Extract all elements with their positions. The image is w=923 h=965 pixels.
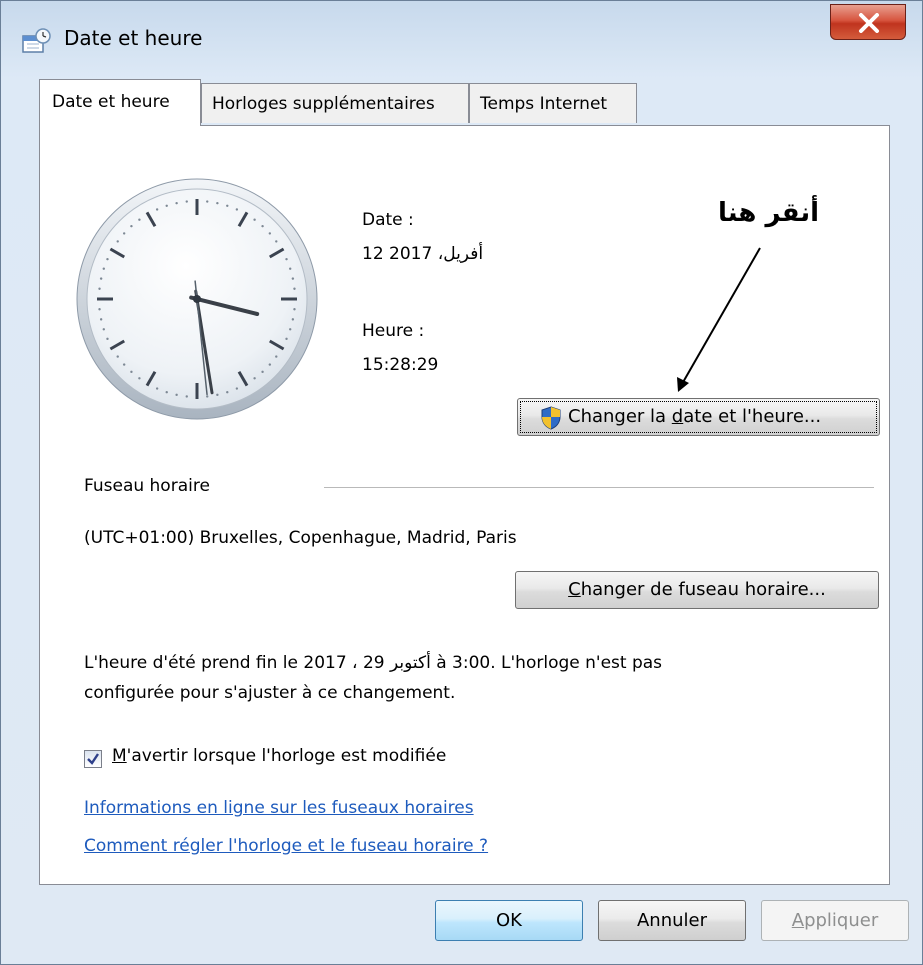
clock-minor-tick bbox=[253, 218, 256, 221]
dst-notice-line1: L'heure d'été prend fin le 2017 ، 29 أكت… bbox=[84, 653, 663, 673]
change-timezone-accel: C bbox=[568, 579, 581, 600]
tab-label: Date et heure bbox=[52, 92, 170, 112]
clock-minor-tick bbox=[175, 201, 178, 205]
clock-minor-tick bbox=[155, 208, 159, 211]
clock-minor-tick bbox=[268, 232, 272, 235]
clock-minor-tick bbox=[165, 204, 168, 207]
apply-accel: A bbox=[791, 910, 805, 931]
change-date-time-button[interactable]: Changer la date et l'heure... bbox=[517, 398, 880, 436]
clock-minor-tick bbox=[206, 395, 209, 398]
date-label: Date : bbox=[362, 210, 414, 230]
change-timezone-button[interactable]: Changer de fuseau horaire... bbox=[515, 571, 879, 609]
clock-minor-tick bbox=[185, 395, 188, 398]
change-timezone-post: hanger de fuseau horaire... bbox=[580, 579, 826, 600]
clock-minor-tick bbox=[275, 240, 278, 243]
link-timezone-info[interactable]: Informations en ligne sur les fuseaux ho… bbox=[84, 798, 474, 818]
change-date-post: ate et l'heure... bbox=[683, 406, 822, 427]
clock-minor-tick bbox=[138, 377, 141, 380]
clock-minor-tick bbox=[261, 370, 264, 374]
apply-button[interactable]: Appliquer bbox=[761, 900, 909, 941]
clock-minor-tick bbox=[98, 287, 101, 290]
change-date-accel: d bbox=[671, 406, 684, 427]
clock-minor-tick bbox=[291, 318, 295, 321]
timezone-value: (UTC+01:00) Bruxelles, Copenhague, Madri… bbox=[84, 528, 517, 548]
apply-post: ppliquer bbox=[804, 910, 879, 931]
clock-minor-tick bbox=[216, 393, 219, 397]
clock-minor-tick bbox=[235, 387, 239, 390]
cancel-button[interactable]: Annuler bbox=[598, 900, 746, 941]
clock-minor-tick bbox=[261, 224, 264, 228]
clock-minor-tick bbox=[226, 204, 229, 207]
clock-minor-tick bbox=[289, 328, 292, 331]
title-bar[interactable]: Date et heure bbox=[1, 1, 922, 73]
clock-minor-tick bbox=[106, 337, 109, 341]
notify-accel: M bbox=[112, 746, 127, 766]
clock-minor-tick bbox=[106, 257, 109, 261]
clock-minor-tick bbox=[102, 267, 105, 270]
clock-minor-tick bbox=[165, 391, 168, 394]
checkmark-icon bbox=[87, 753, 99, 765]
tab-temps-internet[interactable]: Temps Internet bbox=[469, 83, 637, 123]
clock-minor-tick bbox=[99, 318, 103, 321]
clock-minor-tick bbox=[155, 387, 159, 390]
clock-minor-tick bbox=[116, 355, 119, 358]
clock-minor-tick bbox=[293, 287, 296, 290]
timezone-separator bbox=[324, 487, 874, 488]
tab-label: Temps Internet bbox=[480, 94, 608, 114]
window-title: Date et heure bbox=[64, 26, 203, 50]
clock-minor-tick bbox=[293, 308, 296, 311]
clock-minor-tick bbox=[130, 370, 133, 374]
notify-post: 'avertir lorsque l'horloge est modifiée bbox=[126, 746, 447, 766]
clock-minor-tick bbox=[291, 277, 295, 280]
clock-minor-tick bbox=[130, 224, 133, 228]
dst-notice-line2: configurée pour s'ajuster à ce changemen… bbox=[84, 683, 456, 703]
clock-minor-tick bbox=[102, 328, 105, 331]
annotation-text: أنقر هنا bbox=[718, 198, 820, 228]
clock-minor-tick bbox=[253, 377, 256, 380]
tab-date-et-heure[interactable]: Date et heure bbox=[39, 79, 201, 126]
tab-horloges-supplementaires[interactable]: Horloges supplémentaires bbox=[201, 83, 469, 123]
analog-clock bbox=[76, 178, 318, 420]
clock-minor-tick bbox=[122, 363, 126, 366]
change-date-pre: Changer la bbox=[568, 406, 672, 427]
clock-minor-tick bbox=[99, 277, 103, 280]
close-button[interactable] bbox=[830, 4, 906, 40]
tab-panel-date-et-heure: Date : 12 أفريل، 2017 Heure : 15:28:29 أ… bbox=[39, 125, 890, 885]
clock-minor-tick bbox=[98, 308, 101, 311]
clock-minor-tick bbox=[275, 355, 278, 358]
clock-minor-tick bbox=[289, 267, 292, 270]
clock-calendar-icon bbox=[22, 28, 51, 53]
clock-minor-tick bbox=[285, 337, 288, 341]
clock-minor-tick bbox=[226, 391, 229, 394]
timezone-section-label: Fuseau horaire bbox=[84, 476, 210, 496]
link-clock-help[interactable]: Comment régler l'horloge et le fuseau ho… bbox=[84, 836, 488, 856]
clock-minor-tick bbox=[185, 200, 188, 203]
clock-minor-tick bbox=[268, 363, 272, 366]
notify-label[interactable]: M'avertir lorsque l'horloge est modifiée bbox=[112, 746, 446, 766]
clock-minor-tick bbox=[235, 208, 239, 211]
ok-button[interactable]: OK bbox=[435, 900, 583, 941]
clock-minor-tick bbox=[216, 201, 219, 205]
tab-label: Horloges supplémentaires bbox=[212, 94, 435, 114]
date-value: 12 أفريل، 2017 bbox=[362, 244, 484, 264]
clock-minor-tick bbox=[175, 393, 178, 397]
clock-minor-tick bbox=[122, 232, 126, 235]
close-icon bbox=[859, 13, 879, 33]
uac-shield-icon bbox=[541, 406, 561, 430]
time-value: 15:28:29 bbox=[362, 355, 439, 375]
dialog-window: Date et heure Date et heure Horloges sup… bbox=[0, 0, 923, 965]
clock-minor-tick bbox=[206, 200, 209, 203]
notify-checkbox[interactable] bbox=[84, 750, 102, 768]
time-label: Heure : bbox=[362, 321, 425, 341]
clock-minor-tick bbox=[138, 218, 141, 221]
clock-minor-tick bbox=[116, 240, 119, 243]
annotation-arrow-icon bbox=[677, 247, 761, 392]
clock-minor-tick bbox=[285, 257, 288, 261]
